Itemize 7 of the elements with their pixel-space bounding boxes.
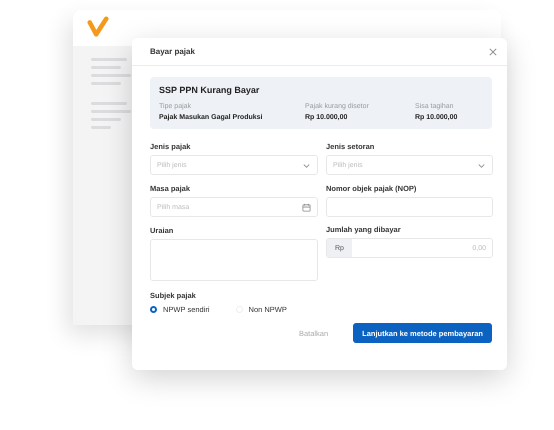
textarea-field[interactable] — [150, 239, 318, 281]
checkmark-logo-icon — [87, 16, 109, 38]
close-icon[interactable] — [489, 48, 497, 56]
input-field[interactable] — [326, 197, 493, 217]
summary-title: SSP PPN Kurang Bayar — [159, 85, 260, 95]
calendar-icon — [302, 202, 311, 212]
dialog-title: Bayar pajak — [150, 47, 195, 56]
